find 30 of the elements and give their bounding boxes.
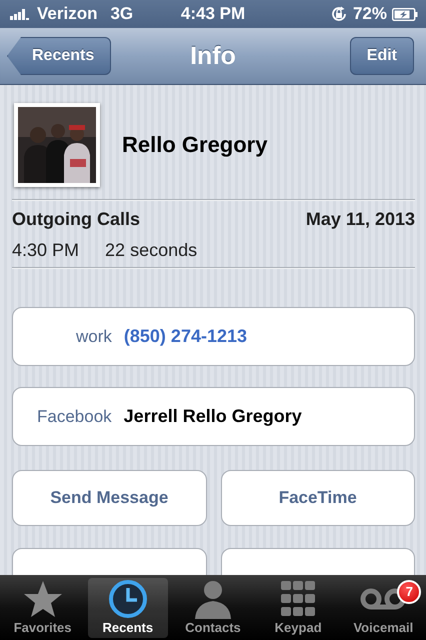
call-duration: 22 seconds — [105, 240, 198, 261]
call-type: Outgoing Calls — [12, 209, 140, 230]
battery-percent: 72% — [352, 4, 387, 24]
tab[interactable]: Voicemail 7 — [343, 578, 424, 638]
person-icon — [192, 579, 233, 619]
phone-field[interactable]: work (850) 274-1213 — [12, 307, 415, 366]
call-date: May 11, 2013 — [306, 209, 415, 230]
voicemail-icon — [360, 587, 406, 611]
profile-field[interactable]: Facebook Jerrell Rello Gregory — [12, 387, 415, 446]
clock-icon — [108, 579, 148, 619]
carrier-name: Verizon — [37, 4, 98, 24]
star-icon — [22, 580, 63, 618]
status-time: 4:43 PM — [180, 4, 246, 24]
tab[interactable]: Favorites — [2, 578, 83, 638]
keypad-icon — [281, 581, 316, 617]
edit-button[interactable]: Edit — [350, 37, 414, 75]
tab[interactable]: Contacts — [172, 578, 253, 638]
network-type: 3G — [110, 4, 134, 24]
tab[interactable]: Recents — [88, 578, 168, 638]
back-button[interactable]: Recents — [7, 37, 112, 75]
screen-title: Info — [190, 42, 236, 70]
signal-icon — [10, 8, 32, 20]
action-button[interactable]: FaceTime — [220, 470, 415, 526]
tab[interactable]: Keypad — [258, 578, 338, 638]
call-time: 4:30 PM — [12, 240, 80, 261]
contact-name: Rello Gregory — [122, 132, 268, 158]
action-button[interactable]: Send Message — [12, 470, 206, 526]
notification-badge: 7 — [397, 580, 422, 604]
rotation-lock-icon — [330, 5, 348, 23]
battery-charging-icon — [392, 8, 418, 20]
